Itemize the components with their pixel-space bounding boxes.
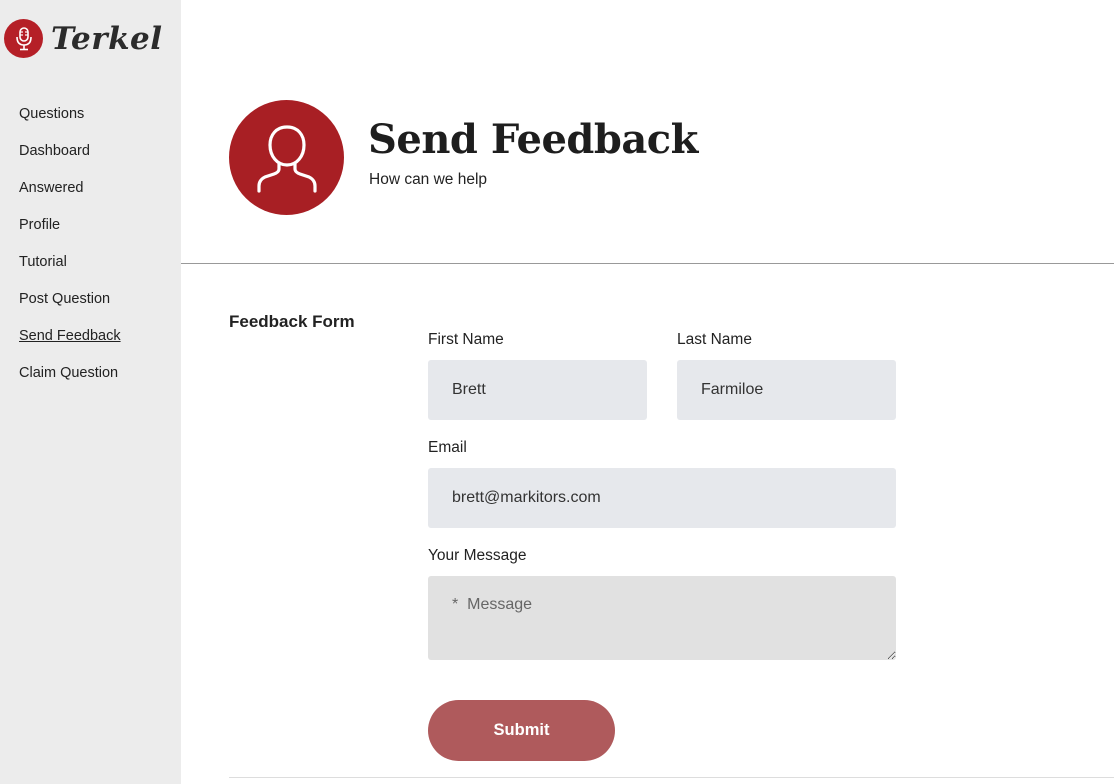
sidebar-item-label[interactable]: Tutorial (19, 254, 67, 270)
first-name-label: First Name (428, 331, 504, 348)
logo[interactable]: Terkel (4, 19, 163, 58)
sidebar-item-label[interactable]: Answered (19, 180, 83, 196)
header-divider (181, 263, 1114, 264)
sidebar-item-label[interactable]: Profile (19, 217, 60, 233)
sidebar-nav: Questions Dashboard Answered Profile Tut… (19, 104, 121, 400)
sidebar-item-post-question[interactable]: Post Question (19, 289, 121, 326)
sidebar-item-tutorial[interactable]: Tutorial (19, 252, 121, 289)
sidebar-item-label[interactable]: Claim Question (19, 365, 118, 381)
sidebar: Terkel Questions Dashboard Answered Prof… (0, 0, 181, 784)
sidebar-item-claim-question[interactable]: Claim Question (19, 363, 121, 400)
sidebar-item-answered[interactable]: Answered (19, 178, 121, 215)
message-field[interactable] (428, 576, 896, 660)
user-icon (229, 100, 344, 215)
microphone-icon (4, 19, 43, 58)
message-label: Your Message (428, 547, 527, 564)
email-label: Email (428, 439, 467, 456)
submit-button[interactable]: Submit (428, 700, 615, 761)
page-title: Send Feedback (368, 116, 698, 163)
sidebar-item-profile[interactable]: Profile (19, 215, 121, 252)
first-name-field[interactable] (428, 360, 647, 420)
sidebar-item-label[interactable]: Dashboard (19, 143, 90, 159)
sidebar-item-questions[interactable]: Questions (19, 104, 121, 141)
main-content: Send Feedback How can we help Feedback F… (181, 0, 1114, 784)
sidebar-item-send-feedback[interactable]: Send Feedback (19, 326, 121, 363)
last-name-label: Last Name (677, 331, 752, 348)
sidebar-item-dashboard[interactable]: Dashboard (19, 141, 121, 178)
sidebar-item-label[interactable]: Questions (19, 106, 84, 122)
form-section-label: Feedback Form (229, 312, 355, 331)
sidebar-item-label[interactable]: Send Feedback (19, 328, 121, 344)
sidebar-item-label[interactable]: Post Question (19, 291, 110, 307)
last-name-field[interactable] (677, 360, 896, 420)
logo-text: Terkel (51, 20, 163, 57)
footer-divider (229, 777, 1114, 778)
page-subtitle: How can we help (369, 171, 488, 188)
email-field[interactable] (428, 468, 896, 528)
